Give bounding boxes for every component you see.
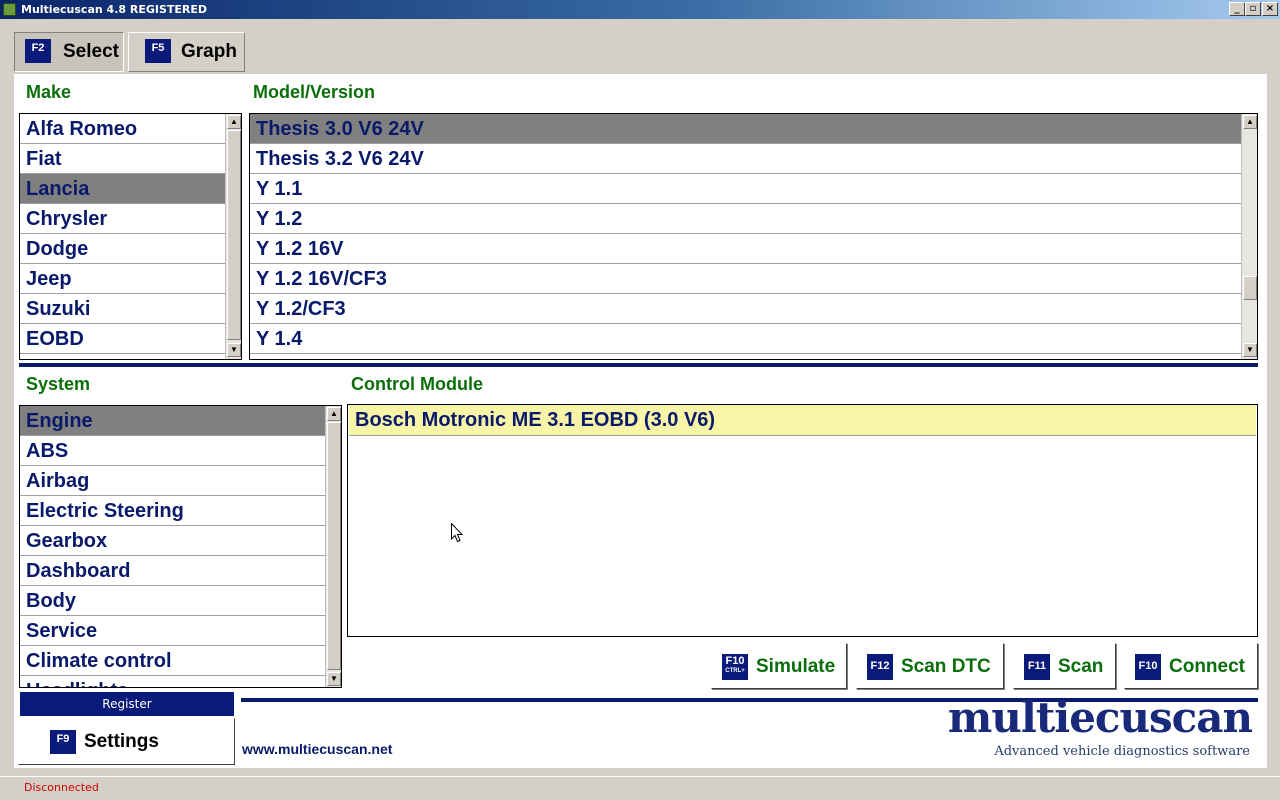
mouse-cursor-icon <box>451 523 463 543</box>
list-item[interactable]: ABS <box>20 436 325 466</box>
list-item[interactable]: Jeep <box>20 264 225 294</box>
list-item[interactable]: Electric Steering <box>20 496 325 526</box>
list-item[interactable]: Service <box>20 616 325 646</box>
list-item[interactable]: Y 1.4 <box>250 324 1241 354</box>
f11-key-icon: F11 <box>1024 654 1050 680</box>
scan-label: Scan <box>1058 656 1104 677</box>
logo-tagline: Advanced vehicle diagnostics software <box>994 744 1250 759</box>
status-bar: Disconnected <box>0 776 1280 800</box>
list-item[interactable]: Chrysler <box>20 204 225 234</box>
title-bar: Multiecuscan 4.8 REGISTERED _ ▫ × <box>0 0 1280 19</box>
list-item[interactable]: Fiat <box>20 144 225 174</box>
model-list[interactable]: Thesis 3.0 V6 24V Thesis 3.2 V6 24V Y 1.1 Y… <box>249 113 1258 360</box>
connect-button[interactable]: F10 Connect <box>1124 643 1258 689</box>
f5-key-icon: F5 <box>145 39 171 63</box>
scroll-up-icon[interactable]: ▲ <box>1243 115 1257 129</box>
tab-select[interactable]: F2 Select <box>14 32 124 72</box>
list-item[interactable]: Suzuki <box>20 294 225 324</box>
scroll-down-icon[interactable]: ▼ <box>1243 343 1257 357</box>
f9-key-icon: F9 <box>50 730 76 754</box>
tab-graph[interactable]: F5 Graph <box>128 32 245 72</box>
simulate-key: F10 <box>725 655 745 667</box>
control-module-label: Control Module <box>351 374 483 394</box>
minimize-button[interactable]: _ <box>1229 2 1245 16</box>
scan-dtc-button[interactable]: F12 Scan DTC <box>856 643 1004 689</box>
list-item[interactable]: Headlights <box>20 676 325 687</box>
simulate-button[interactable]: F10 CTRL+ Simulate <box>711 643 847 689</box>
list-item[interactable]: Body <box>20 586 325 616</box>
list-item[interactable]: Y 1.2 <box>250 204 1241 234</box>
model-scrollbar[interactable]: ▲ ▼ <box>1241 114 1257 359</box>
scroll-thumb[interactable] <box>227 130 241 340</box>
scroll-down-icon[interactable]: ▼ <box>327 672 341 686</box>
list-item[interactable]: Airbag <box>20 466 325 496</box>
tab-select-label: Select <box>63 41 119 62</box>
list-item[interactable]: Thesis 3.2 V6 24V <box>250 144 1241 174</box>
connection-status: Disconnected <box>24 781 99 794</box>
f10-key-icon: F10 <box>1135 654 1161 680</box>
list-item[interactable]: Dashboard <box>20 556 325 586</box>
maximize-button[interactable]: ▫ <box>1245 2 1261 16</box>
settings-button[interactable]: F9 Settings <box>18 718 235 765</box>
f2-key-icon: F2 <box>25 39 51 63</box>
app-icon <box>3 3 16 16</box>
list-item[interactable]: Y 1.2 16V <box>250 234 1241 264</box>
make-scrollbar[interactable]: ▲ ▼ <box>225 114 241 359</box>
scan-dtc-label: Scan DTC <box>901 656 991 677</box>
scroll-thumb[interactable] <box>327 422 341 670</box>
simulate-label: Simulate <box>756 656 836 677</box>
scroll-up-icon[interactable]: ▲ <box>327 407 341 421</box>
list-item[interactable]: Y 1.1 <box>250 174 1241 204</box>
tab-graph-label: Graph <box>181 41 237 62</box>
logo-text: multiecuscan <box>947 693 1253 742</box>
list-item[interactable]: EOBD <box>20 324 225 354</box>
list-item[interactable]: Y 1.2/CF3 <box>250 294 1241 324</box>
settings-label: Settings <box>84 731 159 752</box>
list-item[interactable]: Y 1.2 16V/CF3 <box>250 264 1241 294</box>
control-module-list[interactable] <box>347 404 1258 637</box>
website-link[interactable]: www.multiecuscan.net <box>242 741 392 757</box>
list-item[interactable]: Dodge <box>20 234 225 264</box>
connect-label: Connect <box>1169 656 1245 677</box>
list-item[interactable]: Climate control <box>20 646 325 676</box>
list-item[interactable]: Lancia <box>20 174 225 204</box>
ctrl-modifier: CTRL+ <box>725 668 745 674</box>
system-list[interactable]: Engine ABS Airbag Electric Steering Gearbox D… <box>19 405 342 688</box>
scroll-up-icon[interactable]: ▲ <box>227 115 241 129</box>
scan-button[interactable]: F11 Scan <box>1013 643 1116 689</box>
multiecuscan-logo: multiecuscan Advanced vehicle diagnostic… <box>948 695 1254 765</box>
section-divider <box>19 363 1258 367</box>
list-item[interactable]: Thesis 3.0 V6 24V <box>250 114 1241 144</box>
close-button[interactable]: × <box>1262 2 1278 16</box>
list-item[interactable]: Engine <box>20 406 325 436</box>
scroll-thumb[interactable] <box>1243 276 1257 300</box>
model-label: Model/Version <box>253 82 376 102</box>
system-label: System <box>26 374 91 394</box>
f10-key-icon: F10 CTRL+ <box>722 654 748 680</box>
make-list[interactable]: Alfa Romeo Fiat Lancia Chrysler Dodge Jeep Suz… <box>19 113 242 360</box>
register-button[interactable]: Register <box>20 692 234 716</box>
list-item[interactable]: Gearbox <box>20 526 325 556</box>
list-item[interactable]: Bosch Motronic ME 3.1 EOBD (3.0 V6) <box>349 405 1256 436</box>
window-title: Multiecuscan 4.8 REGISTERED <box>21 3 208 16</box>
make-label: Make <box>26 82 72 102</box>
f12-key-icon: F12 <box>867 654 893 680</box>
system-scrollbar[interactable]: ▲ ▼ <box>325 406 341 687</box>
scroll-down-icon[interactable]: ▼ <box>227 343 241 357</box>
list-item[interactable]: Alfa Romeo <box>20 114 225 144</box>
